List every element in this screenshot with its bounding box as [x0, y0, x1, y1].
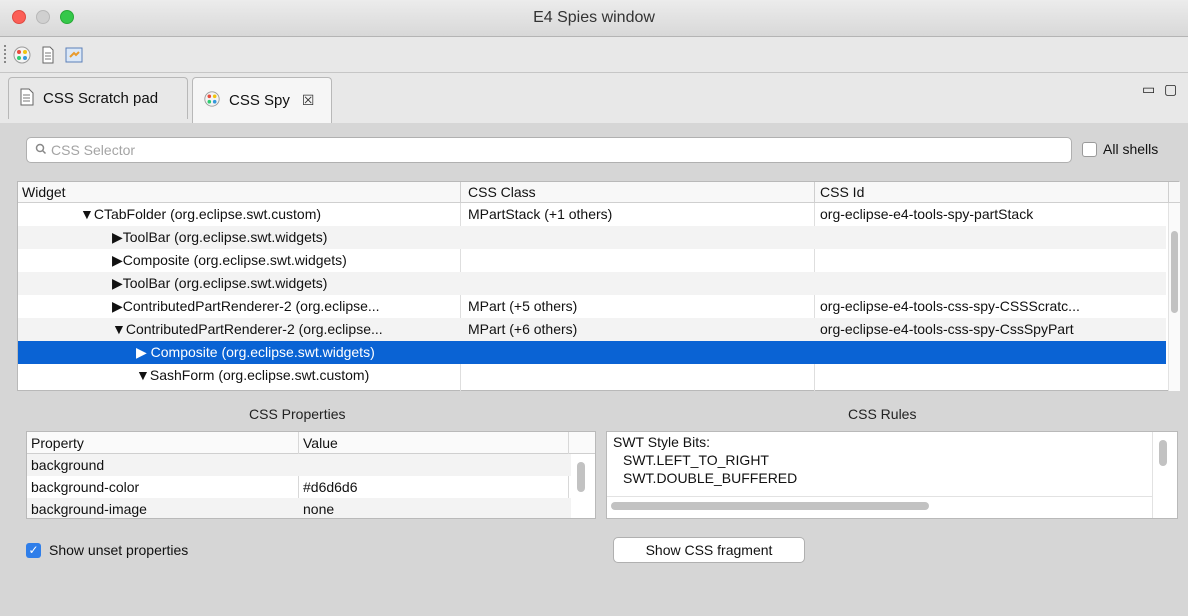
column-header-widget[interactable]: Widget [22, 184, 66, 200]
widget-cell: ▼SashForm (org.eclipse.swt.custom) [136, 367, 370, 383]
all-shells-checkbox[interactable]: All shells [1082, 141, 1158, 157]
show-css-fragment-button[interactable]: Show CSS fragment [613, 537, 805, 563]
table-row[interactable]: ▶ToolBar (org.eclipse.swt.widgets) [18, 226, 1166, 249]
minimize-view-button[interactable]: ▭ [1142, 81, 1155, 98]
css-properties-table[interactable]: Property Value background background-col… [26, 431, 596, 519]
table-row[interactable]: ▼SashForm (org.eclipse.swt.custom) [18, 364, 1166, 387]
document-icon [19, 88, 35, 110]
table-row[interactable]: ▶ContributedPartRenderer-2 (org.eclipse.… [18, 295, 1166, 318]
checkmark-icon[interactable]: ✓ [26, 542, 41, 558]
main-toolbar [0, 37, 1188, 73]
table-row[interactable]: ▼CTabFolder (org.eclipse.swt.custom) MPa… [18, 203, 1166, 226]
column-header-value[interactable]: Value [303, 435, 338, 451]
css-class-cell: MPart (+5 others) [468, 298, 578, 314]
widget-cell: ▶ContributedPartRenderer-2 (org.eclipse.… [112, 298, 380, 314]
property-row[interactable]: background-color #d6d6d6 [27, 476, 571, 498]
css-id-cell: org-eclipse-e4-tools-css-spy-CSSScratc..… [820, 298, 1080, 314]
tab-css-spy[interactable]: CSS Spy ☒ [192, 77, 332, 123]
css-spy-icon [203, 90, 221, 112]
search-input[interactable]: CSS Selector [26, 137, 1072, 163]
property-row[interactable]: background [27, 454, 571, 476]
css-properties-title: CSS Properties [249, 406, 346, 422]
property-value: #d6d6d6 [303, 479, 358, 495]
selected-table-row[interactable]: ▶ Composite (org.eclipse.swt.widgets) [18, 341, 1166, 364]
table-row[interactable]: ▼ContributedPartRenderer-2 (org.eclipse.… [18, 318, 1166, 341]
rules-vertical-scrollbar[interactable] [1159, 440, 1167, 466]
property-value: none [303, 501, 335, 517]
table-row[interactable]: ▶ToolBar (org.eclipse.swt.widgets) [18, 272, 1166, 295]
tree-header: Widget CSS Class CSS Id [18, 182, 1180, 203]
css-rules-title: CSS Rules [848, 406, 917, 422]
search-icon [35, 142, 47, 158]
title-bar: E4 Spies window [0, 0, 1188, 37]
properties-scrollbar-thumb[interactable] [577, 462, 585, 492]
css-rules-text[interactable]: SWT Style Bits: SWT.LEFT_TO_RIGHT SWT.DO… [606, 431, 1178, 519]
search-placeholder: CSS Selector [51, 142, 136, 158]
widget-cell: ▼ContributedPartRenderer-2 (org.eclipse.… [112, 321, 383, 337]
css-id-cell: org-eclipse-e4-tools-spy-partStack [820, 206, 1034, 222]
tree-vertical-scrollbar[interactable] [1168, 203, 1180, 391]
widget-cell: ▶ToolBar (org.eclipse.swt.widgets) [112, 275, 328, 291]
css-spy-icon[interactable] [12, 45, 32, 65]
scrollbar-thumb[interactable] [1171, 231, 1178, 313]
property-name: background [31, 457, 105, 473]
property-name: background-image [31, 501, 147, 517]
table-row[interactable]: ▶Composite (org.eclipse.swt.widgets) [18, 249, 1166, 272]
css-class-cell: MPart (+6 others) [468, 321, 578, 337]
tab-strip: CSS Scratch pad CSS Spy ☒ ▭ ▢ [0, 73, 1188, 123]
window-title: E4 Spies window [533, 9, 655, 26]
css-spy-panel: CSS Selector All shells Widget CSS Class… [8, 123, 1188, 616]
all-shells-label: All shells [1103, 141, 1159, 157]
show-unset-label: Show unset properties [49, 542, 189, 558]
properties-header: Property Value [27, 432, 595, 454]
widget-cell: ▶ToolBar (org.eclipse.swt.widgets) [112, 229, 328, 245]
tab-label: CSS Spy [229, 92, 290, 109]
rules-line: SWT.DOUBLE_BUFFERED [623, 470, 798, 486]
toolbar-grip[interactable] [4, 45, 6, 65]
rules-line: SWT Style Bits: [613, 434, 710, 450]
scratch-pad-icon[interactable] [38, 45, 58, 65]
column-header-css-class[interactable]: CSS Class [468, 184, 536, 200]
rules-line: SWT.LEFT_TO_RIGHT [623, 452, 769, 468]
column-header-property[interactable]: Property [31, 435, 84, 451]
close-icon[interactable]: ☒ [302, 92, 315, 109]
css-class-cell: MPartStack (+1 others) [468, 206, 613, 222]
property-row[interactable]: background-image none [27, 498, 571, 518]
widget-cell: ▼CTabFolder (org.eclipse.swt.custom) [80, 206, 322, 222]
rules-horizontal-scrollbar[interactable] [611, 502, 929, 510]
widget-cell: ▶ Composite (org.eclipse.swt.widgets) [136, 344, 375, 360]
tab-label: CSS Scratch pad [43, 90, 159, 107]
show-unset-properties-checkbox[interactable]: ✓ Show unset properties [26, 542, 188, 558]
maximize-view-button[interactable]: ▢ [1164, 81, 1177, 98]
checkbox-box[interactable] [1082, 141, 1097, 157]
column-header-css-id[interactable]: CSS Id [820, 184, 864, 200]
bundle-spy-icon[interactable] [64, 45, 84, 65]
widget-cell: ▶Composite (org.eclipse.swt.widgets) [112, 252, 347, 268]
widget-tree-table[interactable]: Widget CSS Class CSS Id ▼CTabFolder (org… [17, 181, 1180, 391]
tab-css-scratch-pad[interactable]: CSS Scratch pad [8, 77, 188, 119]
css-id-cell: org-eclipse-e4-tools-css-spy-CssSpyPart [820, 321, 1074, 337]
property-name: background-color [31, 479, 140, 495]
